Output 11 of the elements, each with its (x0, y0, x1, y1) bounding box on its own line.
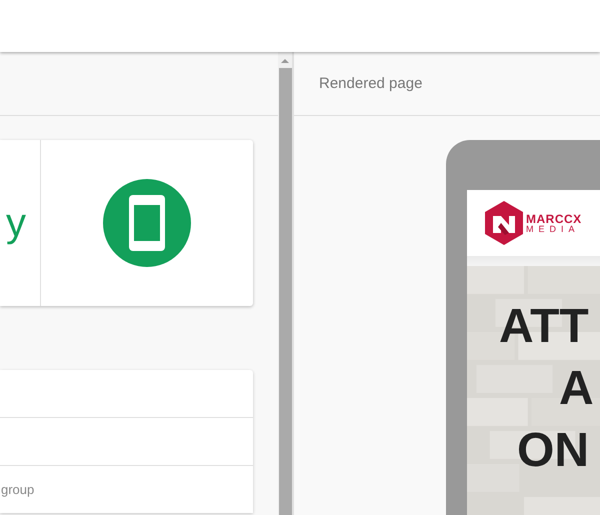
result-text: y (6, 200, 26, 246)
scrollbar[interactable] (278, 52, 294, 515)
logo-icon (485, 201, 523, 245)
headline-text: A (559, 362, 594, 415)
logo-text: MARCCX (526, 212, 582, 224)
row-text: group (1, 482, 34, 497)
headline-text: ON (517, 424, 589, 477)
panel-title: Rendered page (319, 75, 422, 92)
headline-text: ATT (499, 300, 589, 353)
phone-icon (103, 179, 191, 267)
logo-subtext: MEDIA (526, 224, 581, 234)
